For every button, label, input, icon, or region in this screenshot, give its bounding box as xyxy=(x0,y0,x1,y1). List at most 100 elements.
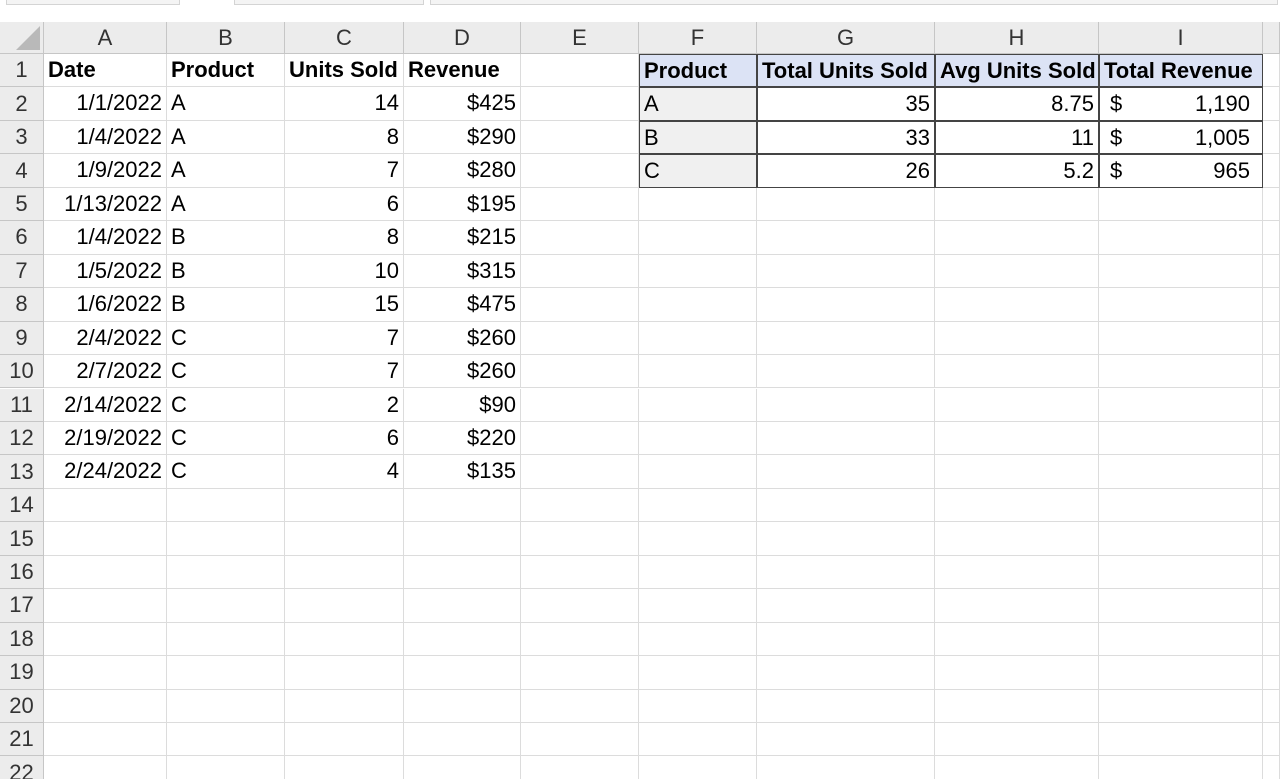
grid-cell[interactable] xyxy=(285,622,404,657)
grid-cell[interactable] xyxy=(44,689,167,723)
row-header-11[interactable]: 11 xyxy=(0,388,44,422)
grid-cell[interactable] xyxy=(521,622,639,657)
sales-date-cell[interactable]: 2/19/2022 xyxy=(44,421,167,456)
sales-units-cell[interactable]: 2 xyxy=(285,388,404,422)
grid-cell[interactable] xyxy=(757,187,935,222)
sales-date-cell[interactable]: 1/13/2022 xyxy=(44,187,167,222)
row-header-10[interactable]: 10 xyxy=(0,355,44,389)
sales-units-cell[interactable]: 7 xyxy=(285,355,404,389)
grid-cell[interactable] xyxy=(1099,488,1263,523)
grid-cell[interactable] xyxy=(757,321,935,356)
column-header-c[interactable]: C xyxy=(285,22,404,54)
sales-date-cell[interactable]: 2/7/2022 xyxy=(44,355,167,389)
grid-cell[interactable] xyxy=(167,723,285,757)
grid-cell[interactable] xyxy=(404,656,521,690)
select-all-button[interactable] xyxy=(0,22,44,54)
grid-cell[interactable] xyxy=(1263,154,1280,188)
sales-product-cell[interactable]: A xyxy=(167,187,285,222)
summary-product-cell[interactable]: C xyxy=(639,154,757,188)
grid-cell[interactable] xyxy=(44,756,167,779)
sales-units-cell[interactable]: 6 xyxy=(285,187,404,222)
row-header-14[interactable]: 14 xyxy=(0,488,44,523)
grid-cell[interactable] xyxy=(1099,254,1263,289)
grid-cell[interactable] xyxy=(757,756,935,779)
column-header-g[interactable]: G xyxy=(757,22,935,54)
grid-cell[interactable] xyxy=(285,522,404,556)
sales-units-cell[interactable]: 10 xyxy=(285,254,404,289)
sales-revenue-cell[interactable]: $290 xyxy=(404,120,521,155)
row-header-2[interactable]: 2 xyxy=(0,87,44,121)
grid-cell[interactable] xyxy=(521,656,639,690)
grid-cell[interactable] xyxy=(1099,656,1263,690)
grid-cell[interactable] xyxy=(935,187,1099,222)
grid-cell[interactable] xyxy=(1099,589,1263,623)
grid-cell[interactable] xyxy=(757,488,935,523)
sheet-tab-2[interactable] xyxy=(234,0,424,5)
sales-revenue-cell[interactable]: $90 xyxy=(404,388,521,422)
grid-cell[interactable] xyxy=(639,689,757,723)
grid-cell[interactable] xyxy=(935,589,1099,623)
row-header-8[interactable]: 8 xyxy=(0,288,44,322)
grid-cell[interactable] xyxy=(44,488,167,523)
grid-cell[interactable] xyxy=(285,589,404,623)
grid-cell[interactable] xyxy=(1099,689,1263,723)
grid-cell[interactable] xyxy=(935,321,1099,356)
grid-cell[interactable] xyxy=(639,321,757,356)
grid-cell[interactable] xyxy=(521,388,639,422)
grid-cell[interactable] xyxy=(44,589,167,623)
summary-avg-units-cell[interactable]: 8.75 xyxy=(935,87,1099,121)
sales-product-cell[interactable]: A xyxy=(167,120,285,155)
grid-cell[interactable] xyxy=(1263,656,1280,690)
row-header-18[interactable]: 18 xyxy=(0,622,44,657)
column-header-h[interactable]: H xyxy=(935,22,1099,54)
grid-cell[interactable] xyxy=(1263,288,1280,322)
sales-date-cell[interactable]: 2/14/2022 xyxy=(44,388,167,422)
grid-cell[interactable] xyxy=(1099,388,1263,422)
sales-units-cell[interactable]: 14 xyxy=(285,87,404,121)
sales-units-cell[interactable]: 4 xyxy=(285,455,404,489)
sales-product-cell[interactable]: C xyxy=(167,321,285,356)
summary-total-revenue-cell[interactable]: $965 xyxy=(1099,154,1263,188)
grid-cell[interactable] xyxy=(639,723,757,757)
summary-header-1[interactable]: Total Units Sold xyxy=(757,54,935,88)
summary-total-revenue-cell[interactable]: $1,190 xyxy=(1099,87,1263,121)
grid-cell[interactable] xyxy=(639,589,757,623)
grid-cell[interactable] xyxy=(1263,488,1280,523)
sales-revenue-cell[interactable]: $195 xyxy=(404,187,521,222)
grid-cell[interactable] xyxy=(44,622,167,657)
summary-product-cell[interactable]: A xyxy=(639,87,757,121)
grid-cell[interactable] xyxy=(1263,187,1280,222)
sales-revenue-cell[interactable]: $135 xyxy=(404,455,521,489)
sales-date-cell[interactable]: 1/1/2022 xyxy=(44,87,167,121)
grid-cell[interactable] xyxy=(521,522,639,556)
grid-cell[interactable] xyxy=(1099,421,1263,456)
grid-cell[interactable] xyxy=(285,689,404,723)
grid-cell[interactable] xyxy=(935,254,1099,289)
grid-cell[interactable] xyxy=(1263,522,1280,556)
sales-revenue-cell[interactable]: $220 xyxy=(404,421,521,456)
grid-cell[interactable] xyxy=(935,488,1099,523)
row-header-17[interactable]: 17 xyxy=(0,589,44,623)
grid-cell[interactable] xyxy=(521,555,639,590)
grid-cell[interactable] xyxy=(404,555,521,590)
column-header-i[interactable]: I xyxy=(1099,22,1263,54)
summary-total-units-cell[interactable]: 35 xyxy=(757,87,935,121)
grid-cell[interactable] xyxy=(1263,221,1280,255)
grid-cell[interactable] xyxy=(404,689,521,723)
grid-cell[interactable] xyxy=(1099,187,1263,222)
sales-units-cell[interactable]: 7 xyxy=(285,154,404,188)
sales-date-cell[interactable]: 1/6/2022 xyxy=(44,288,167,322)
sales-date-cell[interactable]: 2/24/2022 xyxy=(44,455,167,489)
sheet-tab-3[interactable] xyxy=(430,0,1278,5)
sales-product-cell[interactable]: C xyxy=(167,355,285,389)
grid-cell[interactable] xyxy=(1263,756,1280,779)
row-header-6[interactable]: 6 xyxy=(0,221,44,255)
sales-date-cell[interactable]: 1/9/2022 xyxy=(44,154,167,188)
grid-cell[interactable] xyxy=(935,522,1099,556)
grid-cell[interactable] xyxy=(935,221,1099,255)
grid-cell[interactable] xyxy=(167,589,285,623)
grid-cell[interactable] xyxy=(757,288,935,322)
grid-cell[interactable] xyxy=(167,689,285,723)
grid-cell[interactable] xyxy=(1263,723,1280,757)
summary-header-0[interactable]: Product xyxy=(639,54,757,88)
